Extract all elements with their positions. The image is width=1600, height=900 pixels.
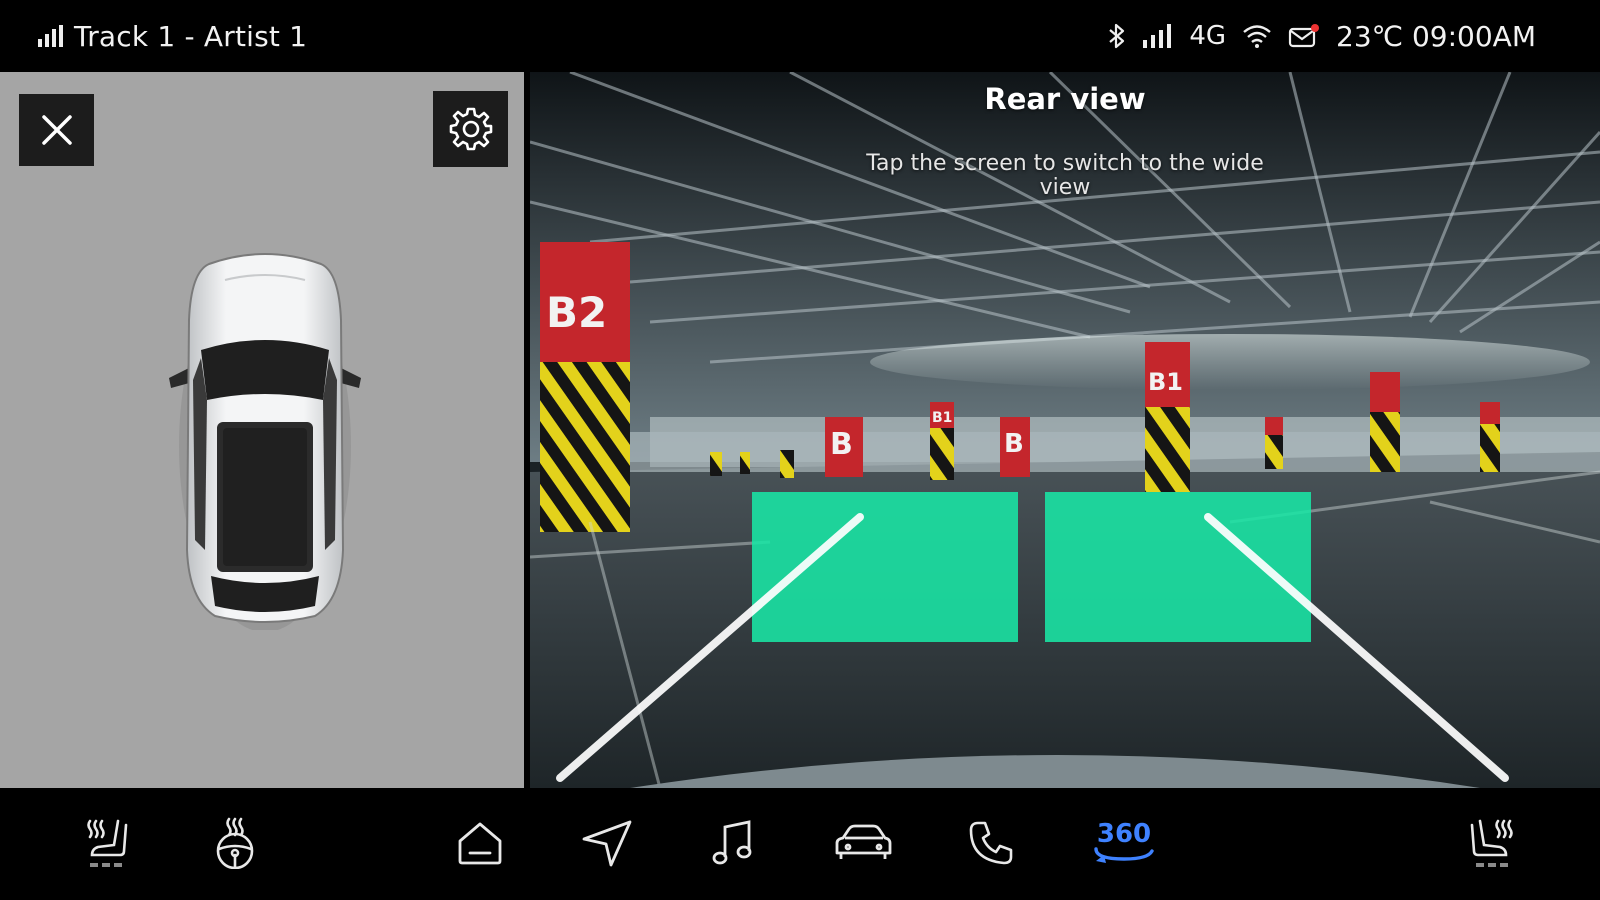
wifi-icon [1242,24,1272,48]
bluetooth-icon [1107,22,1127,50]
status-bar: Track 1 - Artist 1 4G 23℃ 09:00AM [0,0,1600,72]
close-button[interactable] [19,94,94,166]
network-type: 4G [1189,21,1227,51]
car-icon [833,823,893,863]
signal-bars-icon [38,25,64,47]
camera-view-title: Rear view [984,82,1146,116]
rotate-360-icon [1092,847,1156,865]
surround-view-label: 360 [1096,819,1152,849]
guide-zone-right [1045,492,1311,642]
dock-phone[interactable] [956,810,1026,876]
pillar-label-b1: B1 [1148,368,1183,396]
camera-view-hint: Tap the screen to switch to the wide vie… [866,151,1264,200]
home-icon [456,821,504,865]
vehicle-overview-panel [0,72,524,788]
pillar-label-b1-small: B1 [932,410,952,426]
rear-camera-view[interactable]: B2 B1 B B B1 Rear view Tap the screen to… [530,72,1600,788]
guide-zone-left [752,492,1018,642]
now-playing[interactable]: Track 1 - Artist 1 [38,16,307,56]
temperature-time: 23℃ 09:00AM [1336,19,1536,53]
pillar-label-b-center: B [1004,429,1024,459]
bottom-dock: 360 [0,788,1600,900]
phone-icon [968,820,1014,866]
dock-surround-view[interactable]: 360 [1085,810,1163,876]
settings-button[interactable] [433,91,508,167]
dock-navigation[interactable] [572,810,642,876]
close-icon [41,114,73,146]
music-note-icon [711,819,755,867]
now-playing-text: Track 1 - Artist 1 [74,19,308,53]
cellular-signal-icon [1143,24,1173,48]
car-top-view [165,250,365,632]
seat-heat-icon [84,815,130,871]
dock-vehicle[interactable] [828,810,898,876]
dock-seat-heat-left[interactable] [72,810,142,876]
status-indicators: 4G 23℃ 09:00AM [1107,16,1536,56]
gear-icon [448,106,494,152]
mail-icon[interactable] [1288,23,1320,49]
dock-steering-heat[interactable] [200,810,270,876]
pillar-label-b-left: B [830,427,853,462]
dock-music[interactable] [698,810,768,876]
pillar-label-b2: B2 [546,288,607,337]
seat-heat-icon [1470,815,1516,871]
navigation-icon [581,819,633,867]
dock-seat-heat-right[interactable] [1458,810,1528,876]
steering-wheel-heat-icon [212,817,258,869]
dock-home[interactable] [445,810,515,876]
